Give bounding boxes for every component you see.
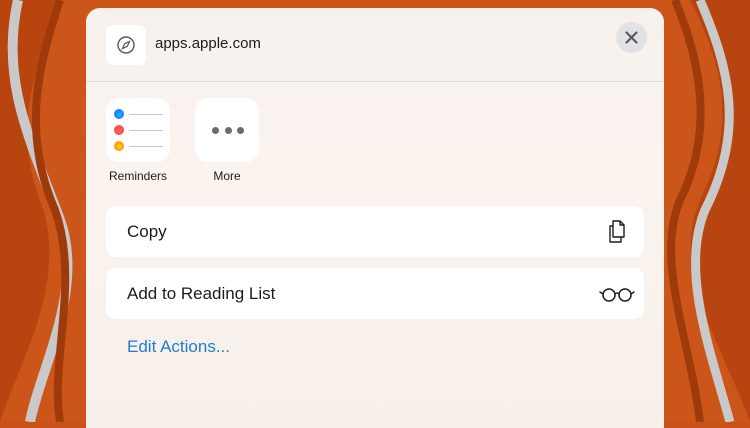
share-sheet: apps.apple.com Reminders More Copy Add t… <box>86 8 664 428</box>
more-icon <box>212 127 244 134</box>
close-icon <box>625 31 638 44</box>
add-to-reading-list-label: Add to Reading List <box>127 284 276 303</box>
more-app-button[interactable] <box>195 98 259 162</box>
add-to-reading-list-action[interactable]: Add to Reading List <box>106 268 644 319</box>
copy-icon <box>609 220 625 243</box>
copy-action-label: Copy <box>127 222 167 241</box>
edit-actions-link[interactable]: Edit Actions... <box>127 337 230 357</box>
glasses-icon <box>599 288 635 302</box>
site-url: apps.apple.com <box>155 35 261 52</box>
more-app-label: More <box>213 169 241 183</box>
reminders-app-button[interactable] <box>106 98 170 162</box>
copy-action[interactable]: Copy <box>106 206 644 257</box>
compass-icon <box>117 36 135 54</box>
close-button[interactable] <box>616 22 647 53</box>
share-sheet-header: apps.apple.com <box>86 8 664 82</box>
reminders-app-label: Reminders <box>108 169 168 183</box>
site-icon-tile <box>106 25 146 65</box>
